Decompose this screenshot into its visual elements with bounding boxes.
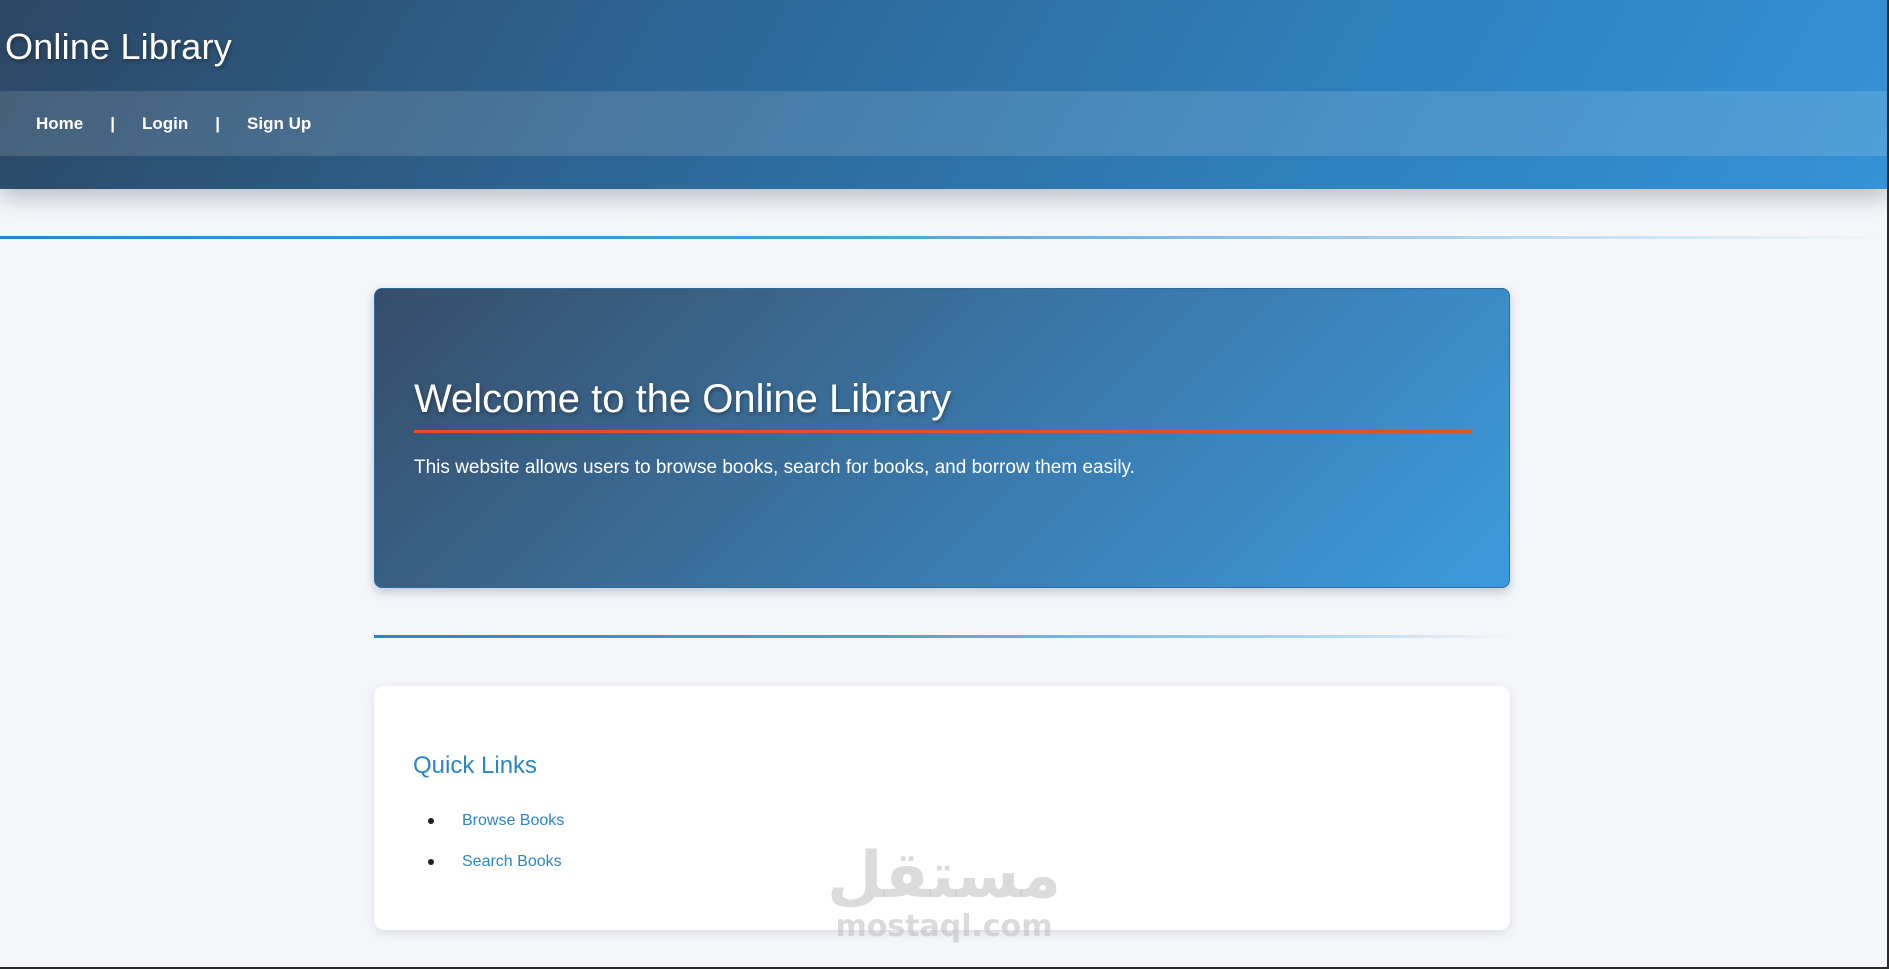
welcome-hero: Welcome to the Online Library This websi… [374, 288, 1510, 588]
quick-links-title: Quick Links [413, 752, 538, 779]
nav-separator: | [110, 113, 115, 133]
list-item: Search Books [413, 841, 564, 882]
hero-description: This website allows users to browse book… [414, 457, 1135, 478]
top-divider [0, 236, 1887, 239]
browse-books-link[interactable]: Browse Books [462, 812, 564, 830]
hero-title-underline [414, 430, 1471, 433]
hero-title: Welcome to the Online Library [414, 377, 952, 421]
search-books-link[interactable]: Search Books [462, 853, 562, 871]
nav-separator: | [215, 113, 221, 133]
site-header: Online Library Home | Login | Sign Up [0, 0, 1887, 189]
site-title: Online Library [5, 26, 232, 67]
bullet-icon [428, 817, 434, 824]
bullet-icon [428, 858, 434, 865]
nav-signup-link[interactable]: Sign Up [247, 114, 311, 134]
main-nav: Home | Login | Sign Up [0, 91, 1887, 156]
quick-links-list: Browse Books Search Books [413, 800, 564, 882]
page: Online Library Home | Login | Sign Up We… [0, 0, 1889, 969]
nav-login-link[interactable]: Login [142, 114, 188, 134]
list-item: Browse Books [413, 800, 564, 841]
section-divider [374, 635, 1510, 638]
nav-home-link[interactable]: Home [36, 114, 83, 134]
quick-links-card: Quick Links Browse Books Search Books [374, 686, 1510, 930]
